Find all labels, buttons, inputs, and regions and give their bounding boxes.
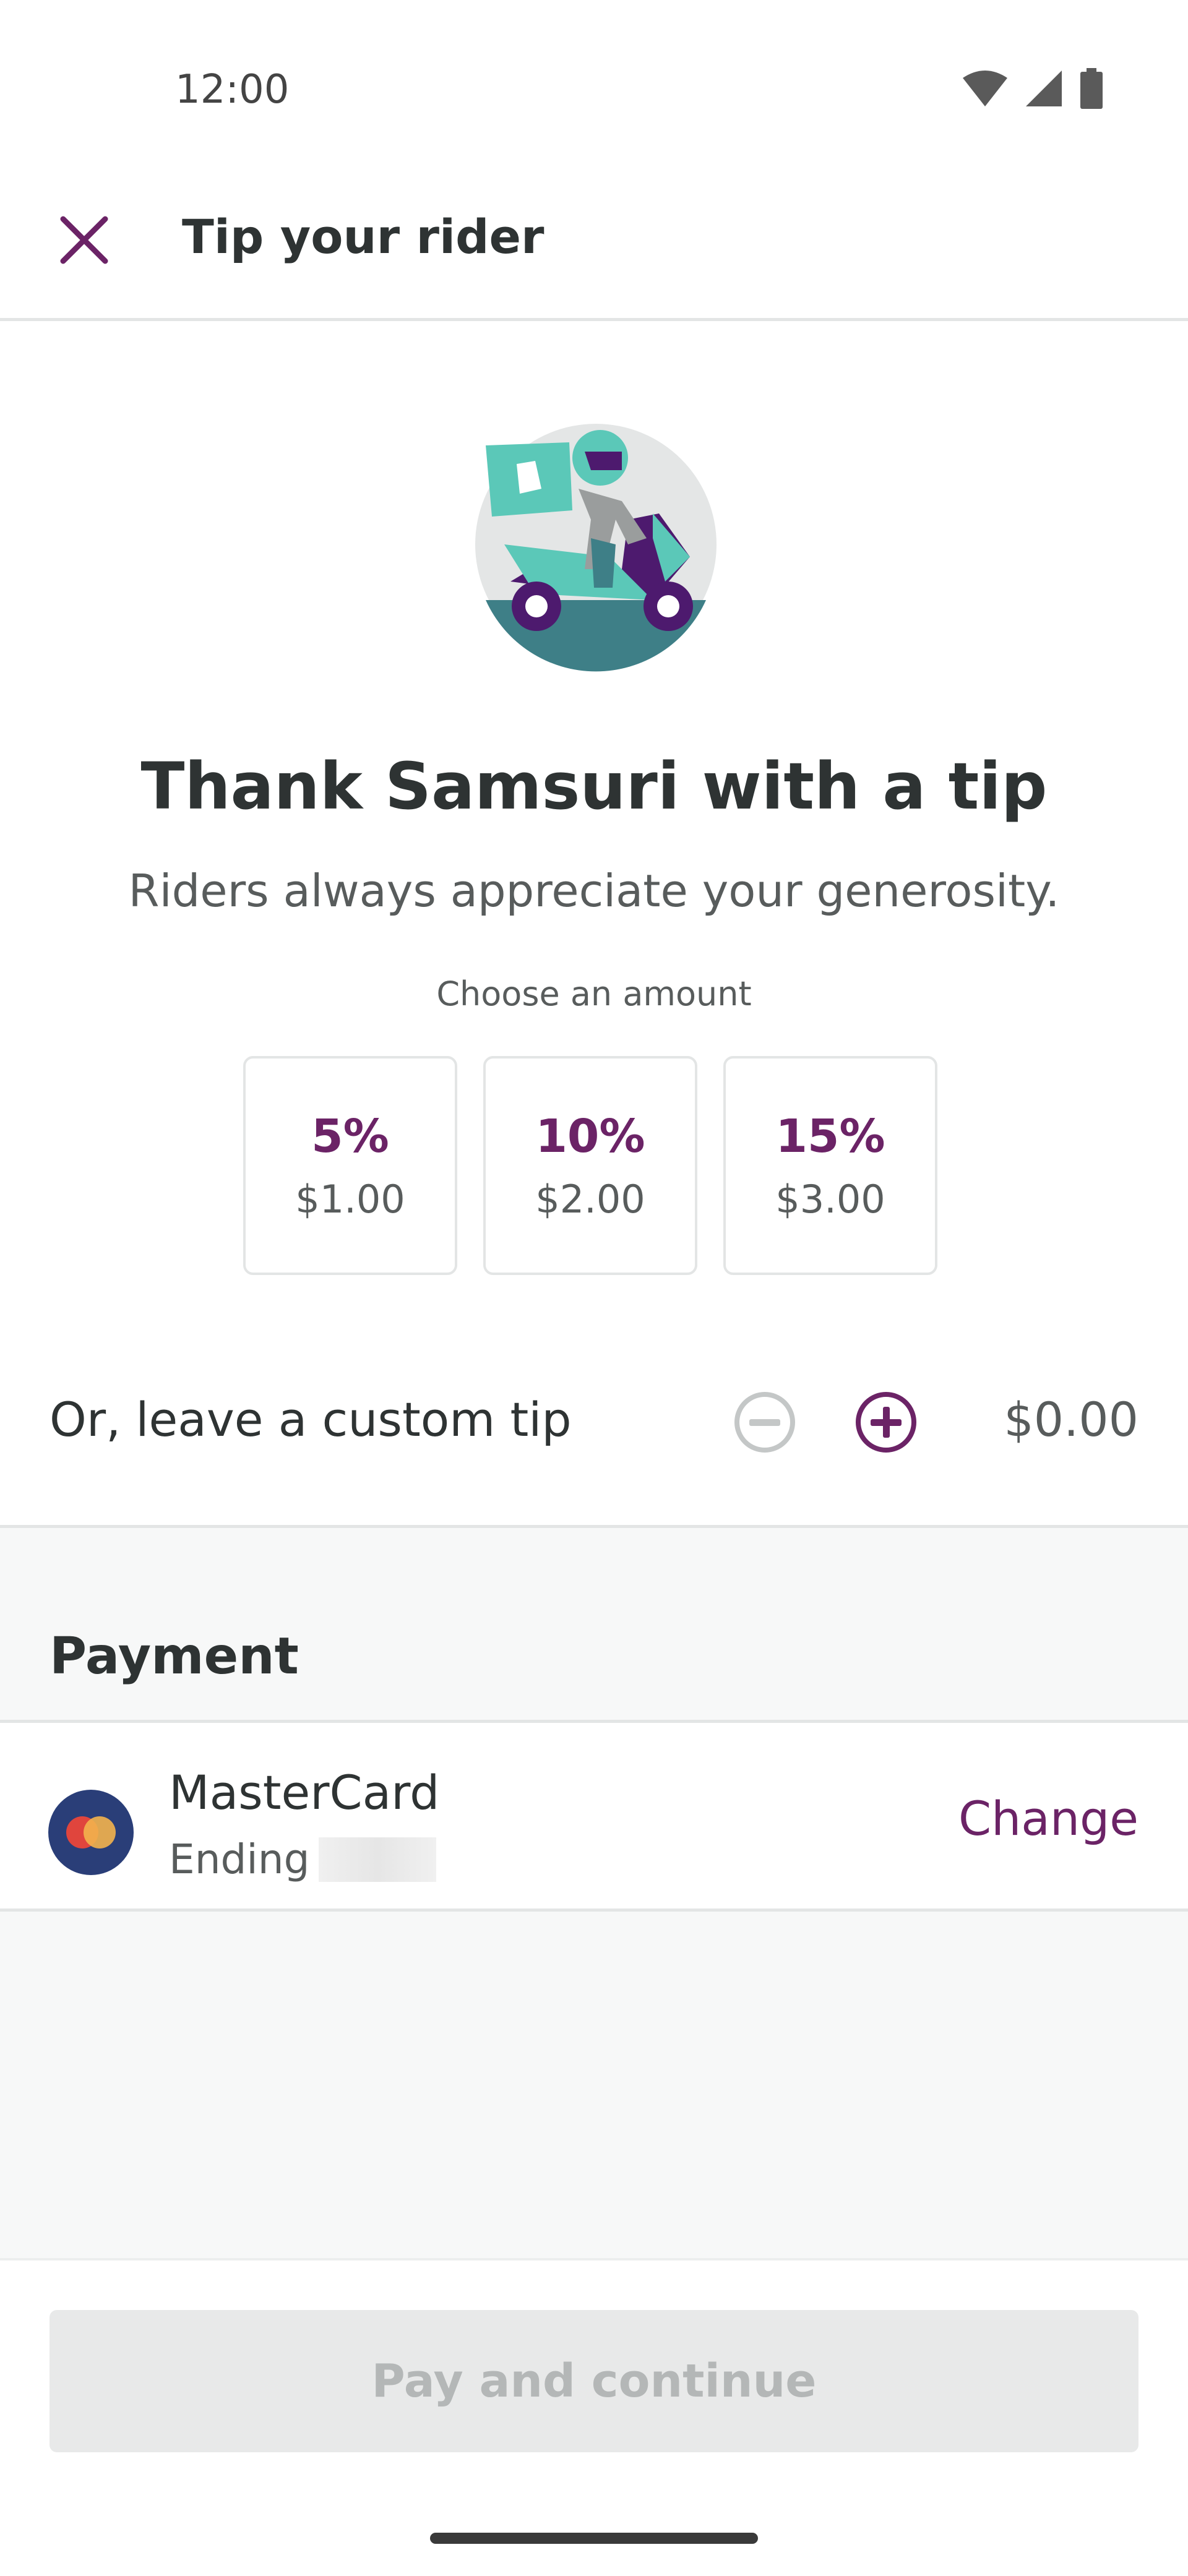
close-button[interactable] xyxy=(45,202,124,281)
tip-option-15-percent[interactable]: 15% $3.00 xyxy=(723,1056,937,1275)
tip-option-percent: 15% xyxy=(775,1109,885,1163)
close-icon xyxy=(58,214,110,268)
app-bar: Tip your rider xyxy=(0,160,1188,321)
payment-section: Payment MasterCard Ending Change xyxy=(0,1528,1188,2258)
custom-tip-row: Or, leave a custom tip $0.00 xyxy=(0,1370,1188,1528)
bottom-bar: Pay and continue xyxy=(0,2258,1188,2576)
choose-amount-label: Choose an amount xyxy=(436,974,752,1013)
payment-title: Payment xyxy=(50,1627,299,1686)
plus-circle-icon xyxy=(852,1392,920,1459)
status-bar: 12:00 xyxy=(0,0,1188,142)
card-name: MasterCard xyxy=(169,1765,440,1820)
decrease-tip-button[interactable] xyxy=(731,1388,799,1456)
headline: Thank Samsuri with a tip xyxy=(140,749,1048,824)
tip-options: 5% $1.00 10% $2.00 15% $3.00 xyxy=(243,1056,937,1275)
tip-option-amount: $3.00 xyxy=(775,1176,885,1222)
change-payment-link[interactable]: Change xyxy=(958,1791,1138,1846)
status-icons xyxy=(962,68,1104,111)
minus-circle-icon xyxy=(731,1392,799,1459)
tip-option-percent: 5% xyxy=(311,1109,389,1163)
custom-tip-amount: $0.00 xyxy=(1004,1392,1138,1447)
tip-option-amount: $2.00 xyxy=(535,1176,645,1222)
pay-and-continue-button[interactable]: Pay and continue xyxy=(50,2310,1138,2452)
tip-option-10-percent[interactable]: 10% $2.00 xyxy=(483,1056,697,1275)
card-ending-label: Ending xyxy=(169,1835,310,1883)
card-number-mask xyxy=(318,1837,436,1882)
page-title: Tip your rider xyxy=(182,209,544,264)
tip-option-5-percent[interactable]: 5% $1.00 xyxy=(243,1056,457,1275)
rider-scooter-illustration xyxy=(467,414,727,674)
payment-method-row: MasterCard Ending Change xyxy=(0,1720,1188,1912)
battery-icon xyxy=(1079,68,1104,111)
tip-option-amount: $1.00 xyxy=(295,1176,405,1222)
wifi-icon xyxy=(962,69,1009,110)
increase-tip-button[interactable] xyxy=(852,1388,920,1456)
subline: Riders always appreciate your generosity… xyxy=(128,865,1060,917)
home-indicator[interactable] xyxy=(430,2533,758,2544)
mastercard-logo-icon xyxy=(48,1790,134,1875)
status-time: 12:00 xyxy=(175,67,290,113)
tip-option-percent: 10% xyxy=(535,1109,645,1163)
custom-tip-label: Or, leave a custom tip xyxy=(50,1392,572,1447)
card-ending: Ending xyxy=(169,1835,436,1883)
cellular-signal-icon xyxy=(1025,69,1063,110)
